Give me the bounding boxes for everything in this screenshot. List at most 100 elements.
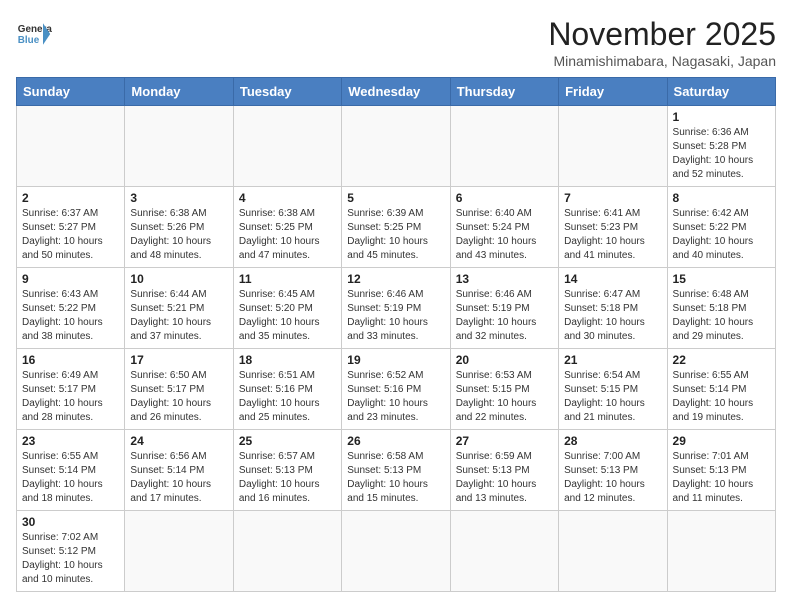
day-number: 29 — [673, 434, 770, 448]
calendar-cell: 12 Sunrise: 6:46 AM Sunset: 5:19 PM Dayli… — [342, 268, 450, 349]
day-number: 9 — [22, 272, 119, 286]
day-info: Sunrise: 6:36 AM Sunset: 5:28 PM Dayligh… — [673, 126, 770, 182]
weekday-saturday: Saturday — [667, 78, 775, 106]
calendar-cell: 15 Sunrise: 6:48 AM Sunset: 5:18 PM Dayli… — [667, 268, 775, 349]
calendar-cell — [233, 106, 341, 187]
calendar-cell: 26Sunrise: 6:58 AM Sunset: 5:13 PM Dayli… — [342, 430, 450, 511]
calendar-cell — [233, 511, 341, 592]
day-info: Sunrise: 6:50 AM Sunset: 5:17 PM Dayligh… — [130, 369, 227, 425]
location: Minamishimabara, Nagasaki, Japan — [548, 53, 776, 69]
day-info: Sunrise: 6:55 AM Sunset: 5:14 PM Dayligh… — [673, 369, 770, 425]
calendar-cell: 7 Sunrise: 6:41 AM Sunset: 5:23 PM Daylig… — [559, 187, 667, 268]
calendar-table: SundayMondayTuesdayWednesdayThursdayFrid… — [16, 77, 776, 592]
day-info: Sunrise: 6:54 AM Sunset: 5:15 PM Dayligh… — [564, 369, 661, 425]
day-info: Sunrise: 6:38 AM Sunset: 5:25 PM Dayligh… — [239, 207, 336, 263]
day-info: Sunrise: 6:47 AM Sunset: 5:18 PM Dayligh… — [564, 288, 661, 344]
day-info: Sunrise: 6:38 AM Sunset: 5:26 PM Dayligh… — [130, 207, 227, 263]
week-row-1: 2 Sunrise: 6:37 AM Sunset: 5:27 PM Daylig… — [17, 187, 776, 268]
calendar-cell: 23 Sunrise: 6:55 AM Sunset: 5:14 PM Dayli… — [17, 430, 125, 511]
day-info: Sunrise: 6:37 AM Sunset: 5:27 PM Dayligh… — [22, 207, 119, 263]
day-info: Sunrise: 6:51 AM Sunset: 5:16 PM Dayligh… — [239, 369, 336, 425]
calendar-cell — [450, 511, 558, 592]
day-info: Sunrise: 6:41 AM Sunset: 5:23 PM Dayligh… — [564, 207, 661, 263]
day-number: 7 — [564, 191, 661, 205]
day-number: 27 — [456, 434, 553, 448]
calendar-cell: 5Sunrise: 6:39 AM Sunset: 5:25 PM Daylig… — [342, 187, 450, 268]
day-info: Sunrise: 6:46 AM Sunset: 5:19 PM Dayligh… — [456, 288, 553, 344]
day-number: 13 — [456, 272, 553, 286]
calendar-cell: 18 Sunrise: 6:51 AM Sunset: 5:16 PM Dayli… — [233, 349, 341, 430]
calendar-cell: 19 Sunrise: 6:52 AM Sunset: 5:16 PM Dayli… — [342, 349, 450, 430]
day-info: Sunrise: 6:45 AM Sunset: 5:20 PM Dayligh… — [239, 288, 336, 344]
calendar-cell — [559, 511, 667, 592]
day-number: 15 — [673, 272, 770, 286]
day-info: Sunrise: 7:01 AM Sunset: 5:13 PM Dayligh… — [673, 450, 770, 506]
day-info: Sunrise: 6:44 AM Sunset: 5:21 PM Dayligh… — [130, 288, 227, 344]
calendar-cell: 20 Sunrise: 6:53 AM Sunset: 5:15 PM Dayli… — [450, 349, 558, 430]
day-number: 17 — [130, 353, 227, 367]
day-info: Sunrise: 6:40 AM Sunset: 5:24 PM Dayligh… — [456, 207, 553, 263]
day-number: 30 — [22, 515, 119, 529]
day-info: Sunrise: 6:57 AM Sunset: 5:13 PM Dayligh… — [239, 450, 336, 506]
day-number: 20 — [456, 353, 553, 367]
week-row-5: 30 Sunrise: 7:02 AM Sunset: 5:12 PM Dayli… — [17, 511, 776, 592]
calendar-cell — [450, 106, 558, 187]
title-area: November 2025 Minamishimabara, Nagasaki,… — [548, 16, 776, 69]
day-info: Sunrise: 7:00 AM Sunset: 5:13 PM Dayligh… — [564, 450, 661, 506]
calendar-cell: 4 Sunrise: 6:38 AM Sunset: 5:25 PM Daylig… — [233, 187, 341, 268]
day-info: Sunrise: 6:48 AM Sunset: 5:18 PM Dayligh… — [673, 288, 770, 344]
day-info: Sunrise: 6:52 AM Sunset: 5:16 PM Dayligh… — [347, 369, 444, 425]
calendar-cell: 9 Sunrise: 6:43 AM Sunset: 5:22 PM Daylig… — [17, 268, 125, 349]
day-info: Sunrise: 6:46 AM Sunset: 5:19 PM Dayligh… — [347, 288, 444, 344]
week-row-0: 1 Sunrise: 6:36 AM Sunset: 5:28 PM Daylig… — [17, 106, 776, 187]
calendar-cell: 8Sunrise: 6:42 AM Sunset: 5:22 PM Daylig… — [667, 187, 775, 268]
day-number: 18 — [239, 353, 336, 367]
calendar-cell: 25 Sunrise: 6:57 AM Sunset: 5:13 PM Dayli… — [233, 430, 341, 511]
day-number: 25 — [239, 434, 336, 448]
calendar-cell: 29 Sunrise: 7:01 AM Sunset: 5:13 PM Dayli… — [667, 430, 775, 511]
day-number: 5 — [347, 191, 444, 205]
calendar-cell: 10Sunrise: 6:44 AM Sunset: 5:21 PM Dayli… — [125, 268, 233, 349]
calendar-cell — [125, 511, 233, 592]
day-number: 12 — [347, 272, 444, 286]
weekday-thursday: Thursday — [450, 78, 558, 106]
weekday-monday: Monday — [125, 78, 233, 106]
calendar-cell — [125, 106, 233, 187]
week-row-3: 16Sunrise: 6:49 AM Sunset: 5:17 PM Dayli… — [17, 349, 776, 430]
day-number: 16 — [22, 353, 119, 367]
calendar-cell: 1 Sunrise: 6:36 AM Sunset: 5:28 PM Daylig… — [667, 106, 775, 187]
day-number: 14 — [564, 272, 661, 286]
calendar-cell: 13 Sunrise: 6:46 AM Sunset: 5:19 PM Dayli… — [450, 268, 558, 349]
calendar-cell: 3 Sunrise: 6:38 AM Sunset: 5:26 PM Daylig… — [125, 187, 233, 268]
day-number: 2 — [22, 191, 119, 205]
day-info: Sunrise: 6:58 AM Sunset: 5:13 PM Dayligh… — [347, 450, 444, 506]
calendar-body: 1 Sunrise: 6:36 AM Sunset: 5:28 PM Daylig… — [17, 106, 776, 592]
day-number: 23 — [22, 434, 119, 448]
calendar-cell: 24Sunrise: 6:56 AM Sunset: 5:14 PM Dayli… — [125, 430, 233, 511]
calendar-cell — [342, 511, 450, 592]
calendar-cell: 22Sunrise: 6:55 AM Sunset: 5:14 PM Dayli… — [667, 349, 775, 430]
calendar-cell: 14 Sunrise: 6:47 AM Sunset: 5:18 PM Dayli… — [559, 268, 667, 349]
calendar-cell: 2 Sunrise: 6:37 AM Sunset: 5:27 PM Daylig… — [17, 187, 125, 268]
week-row-2: 9 Sunrise: 6:43 AM Sunset: 5:22 PM Daylig… — [17, 268, 776, 349]
day-number: 21 — [564, 353, 661, 367]
day-info: Sunrise: 6:59 AM Sunset: 5:13 PM Dayligh… — [456, 450, 553, 506]
day-info: Sunrise: 6:55 AM Sunset: 5:14 PM Dayligh… — [22, 450, 119, 506]
day-number: 3 — [130, 191, 227, 205]
weekday-friday: Friday — [559, 78, 667, 106]
day-number: 6 — [456, 191, 553, 205]
day-info: Sunrise: 6:53 AM Sunset: 5:15 PM Dayligh… — [456, 369, 553, 425]
calendar-cell — [559, 106, 667, 187]
day-number: 4 — [239, 191, 336, 205]
day-number: 11 — [239, 272, 336, 286]
calendar-cell: 11 Sunrise: 6:45 AM Sunset: 5:20 PM Dayli… — [233, 268, 341, 349]
day-info: Sunrise: 7:02 AM Sunset: 5:12 PM Dayligh… — [22, 531, 119, 587]
day-number: 1 — [673, 110, 770, 124]
day-info: Sunrise: 6:56 AM Sunset: 5:14 PM Dayligh… — [130, 450, 227, 506]
weekday-wednesday: Wednesday — [342, 78, 450, 106]
calendar-cell: 28Sunrise: 7:00 AM Sunset: 5:13 PM Dayli… — [559, 430, 667, 511]
logo: General Blue — [16, 16, 52, 52]
day-number: 19 — [347, 353, 444, 367]
calendar-cell — [17, 106, 125, 187]
day-info: Sunrise: 6:43 AM Sunset: 5:22 PM Dayligh… — [22, 288, 119, 344]
